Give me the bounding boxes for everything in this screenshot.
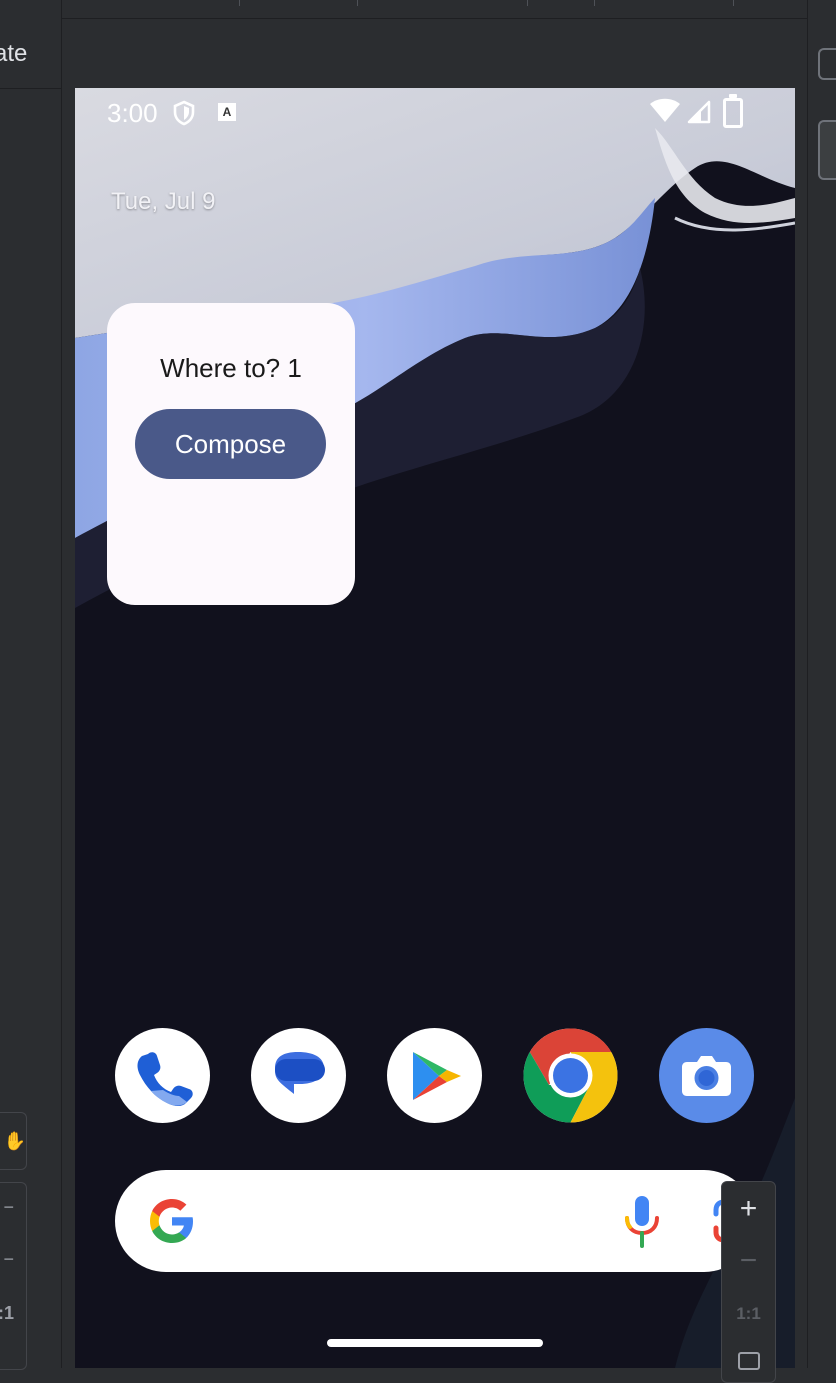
camera-app-icon[interactable] — [659, 1028, 754, 1123]
zoom-out-button[interactable]: − — [722, 1244, 775, 1278]
left-zoom-out-button[interactable]: − — [3, 1249, 14, 1270]
google-search-bar[interactable] — [115, 1170, 757, 1272]
google-g-icon — [150, 1199, 193, 1243]
chrome-app-icon[interactable] — [523, 1028, 618, 1123]
ruler-tick — [733, 0, 734, 6]
zoom-controls: + − 1:1 — [721, 1181, 776, 1383]
battery-icon — [723, 94, 743, 128]
ide-right-panel — [807, 0, 836, 1368]
left-zoom-in-button[interactable]: − — [3, 1197, 14, 1218]
messages-app-icon[interactable] — [251, 1028, 346, 1123]
zoom-in-button[interactable]: + — [722, 1192, 775, 1226]
date-label[interactable]: Tue, Jul 9 — [111, 188, 216, 216]
ide-left-toolbar: ✋ − − :1 — [0, 1112, 27, 1370]
destination-widget[interactable]: Where to? 1 Compose — [107, 303, 355, 605]
right-tool-button[interactable] — [818, 48, 836, 80]
device-screen: 3:00 A Tue, Jul 9 Where to? 1 Compose — [75, 88, 795, 1368]
ide-top-ruler — [61, 0, 808, 19]
wifi-icon — [650, 98, 680, 122]
app-dock — [75, 1028, 795, 1124]
home-indicator[interactable] — [327, 1339, 543, 1347]
right-tool-button-active[interactable] — [818, 120, 836, 180]
ide-left-zoom-group: − − :1 — [0, 1182, 27, 1370]
widget-title: Where to? 1 — [160, 353, 302, 383]
pan-tool-button[interactable]: ✋ — [0, 1112, 27, 1170]
compose-button[interactable]: Compose — [135, 409, 326, 479]
fit-screen-button[interactable] — [722, 1352, 775, 1375]
mic-icon[interactable] — [620, 1194, 664, 1250]
fit-screen-icon — [737, 1352, 760, 1370]
a-notification-icon: A — [218, 103, 236, 121]
ruler-tick — [594, 0, 595, 6]
left-actual-size-button[interactable]: :1 — [0, 1303, 14, 1324]
ide-partial-tab-label: ate — [0, 40, 28, 67]
play-store-app-icon[interactable] — [387, 1028, 482, 1123]
ruler-tick — [239, 0, 240, 6]
actual-size-button[interactable]: 1:1 — [722, 1304, 775, 1324]
shield-icon — [173, 100, 195, 126]
ruler-tick — [527, 0, 528, 6]
cell-signal-icon — [687, 100, 711, 124]
phone-app-icon[interactable] — [115, 1028, 210, 1123]
hand-icon: ✋ — [3, 1131, 26, 1151]
status-bar: 3:00 A — [75, 88, 795, 136]
ide-partial-tab[interactable]: ate — [0, 0, 61, 89]
ruler-tick — [357, 0, 358, 6]
status-time: 3:00 — [107, 98, 158, 128]
